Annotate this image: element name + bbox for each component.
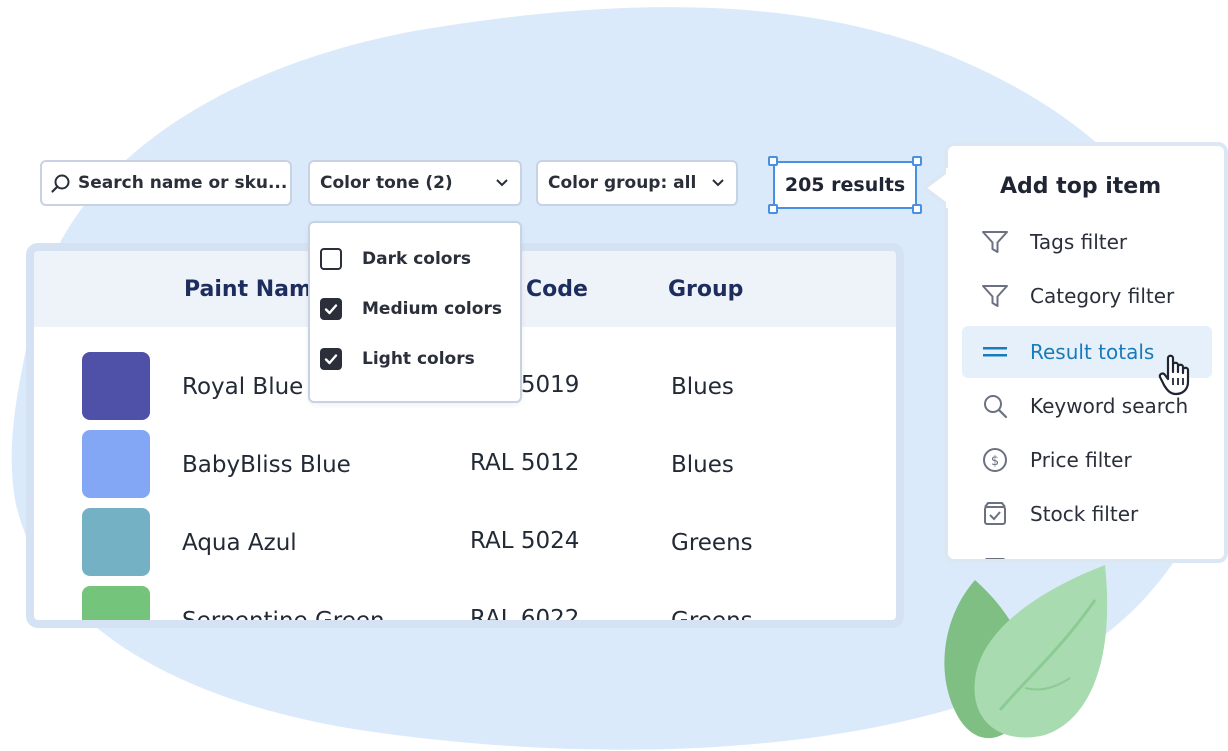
checkbox-checked[interactable] [320, 298, 342, 320]
dollar-coin-icon: $ [980, 445, 1010, 475]
result-totals-label: 205 results [784, 174, 906, 196]
menu-item-label: Result totals [1030, 340, 1155, 364]
search-input[interactable]: Search name or sku... [40, 160, 292, 206]
paint-group: Blues [671, 374, 734, 400]
hand-pointer-cursor-icon [1158, 354, 1190, 396]
paint-group: Blues [671, 452, 734, 478]
color-group-select[interactable]: Color group: all [536, 160, 738, 206]
paint-group: Greens [671, 530, 753, 556]
search-icon [50, 172, 72, 194]
paint-group: Greens [671, 608, 753, 628]
paint-name: BabyBliss Blue [182, 452, 351, 478]
color-swatch [82, 508, 150, 576]
option-medium-colors[interactable]: Medium colors [320, 295, 502, 323]
color-group-label: Color group: all [548, 173, 697, 193]
menu-item-label: Price filter [1030, 448, 1132, 472]
funnel-icon [980, 281, 1010, 311]
menu-item-partial[interactable] [962, 542, 1212, 559]
chevron-down-icon [712, 179, 724, 187]
table-row[interactable]: BabyBliss Blue RAL 5012 Blues [34, 430, 896, 502]
equals-icon [980, 337, 1010, 367]
menu-item-price-filter[interactable]: $ Price filter [962, 434, 1212, 486]
option-light-colors[interactable]: Light colors [320, 345, 475, 373]
table-row[interactable]: Aqua Azul RAL 5024 Greens [34, 508, 896, 580]
chevron-down-icon [496, 179, 508, 187]
result-totals-widget[interactable]: 205 results [768, 156, 922, 214]
resize-handle-tr[interactable] [912, 156, 922, 166]
checkbox-checked[interactable] [320, 348, 342, 370]
color-tone-dropdown: Dark colors Medium colors Light colors [308, 221, 522, 403]
svg-text:$: $ [991, 454, 999, 469]
paint-name: Royal Blue [182, 374, 304, 400]
search-icon [980, 391, 1010, 421]
box-check-icon [980, 499, 1010, 529]
resize-handle-bl[interactable] [768, 204, 778, 214]
checkbox-unchecked[interactable] [320, 248, 342, 270]
leaves-illustration [944, 565, 1108, 739]
checkmark-icon [324, 304, 338, 315]
paint-code: RAL 5024 [470, 528, 580, 554]
color-swatch [82, 430, 150, 498]
paint-name: Aqua Azul [182, 530, 297, 556]
callout-pointer [922, 168, 950, 208]
checkmark-icon [324, 354, 338, 365]
menu-item-tags-filter[interactable]: Tags filter [962, 216, 1212, 268]
menu-item-category-filter[interactable]: Category filter [962, 270, 1212, 322]
menu-item-label: Stock filter [1030, 502, 1139, 526]
option-dark-colors[interactable]: Dark colors [320, 245, 471, 273]
paint-code: RAL 5012 [470, 450, 580, 476]
color-tone-select[interactable]: Color tone (2) [308, 160, 522, 206]
option-label: Dark colors [362, 249, 471, 269]
column-header-group[interactable]: Group [668, 277, 743, 302]
color-swatch [82, 586, 150, 620]
color-tone-label: Color tone (2) [320, 173, 453, 193]
option-label: Light colors [362, 349, 475, 369]
search-placeholder: Search name or sku... [78, 173, 288, 193]
column-header-name[interactable]: Paint Name [184, 277, 327, 302]
menu-item-label: Category filter [1030, 284, 1175, 308]
color-swatch [82, 352, 150, 420]
menu-item-label: Tags filter [1030, 230, 1128, 254]
panel-title: Add top item [1000, 174, 1162, 199]
paint-code: RAL 6022 [470, 606, 580, 628]
resize-handle-tl[interactable] [768, 156, 778, 166]
funnel-icon [980, 227, 1010, 257]
column-header-code[interactable]: Code [526, 277, 588, 302]
paint-name: Serpentine Green [182, 608, 385, 628]
box-icon [980, 553, 1010, 559]
menu-item-stock-filter[interactable]: Stock filter [962, 488, 1212, 540]
option-label: Medium colors [362, 299, 502, 319]
table-row[interactable]: Serpentine Green RAL 6022 Greens [34, 586, 896, 628]
